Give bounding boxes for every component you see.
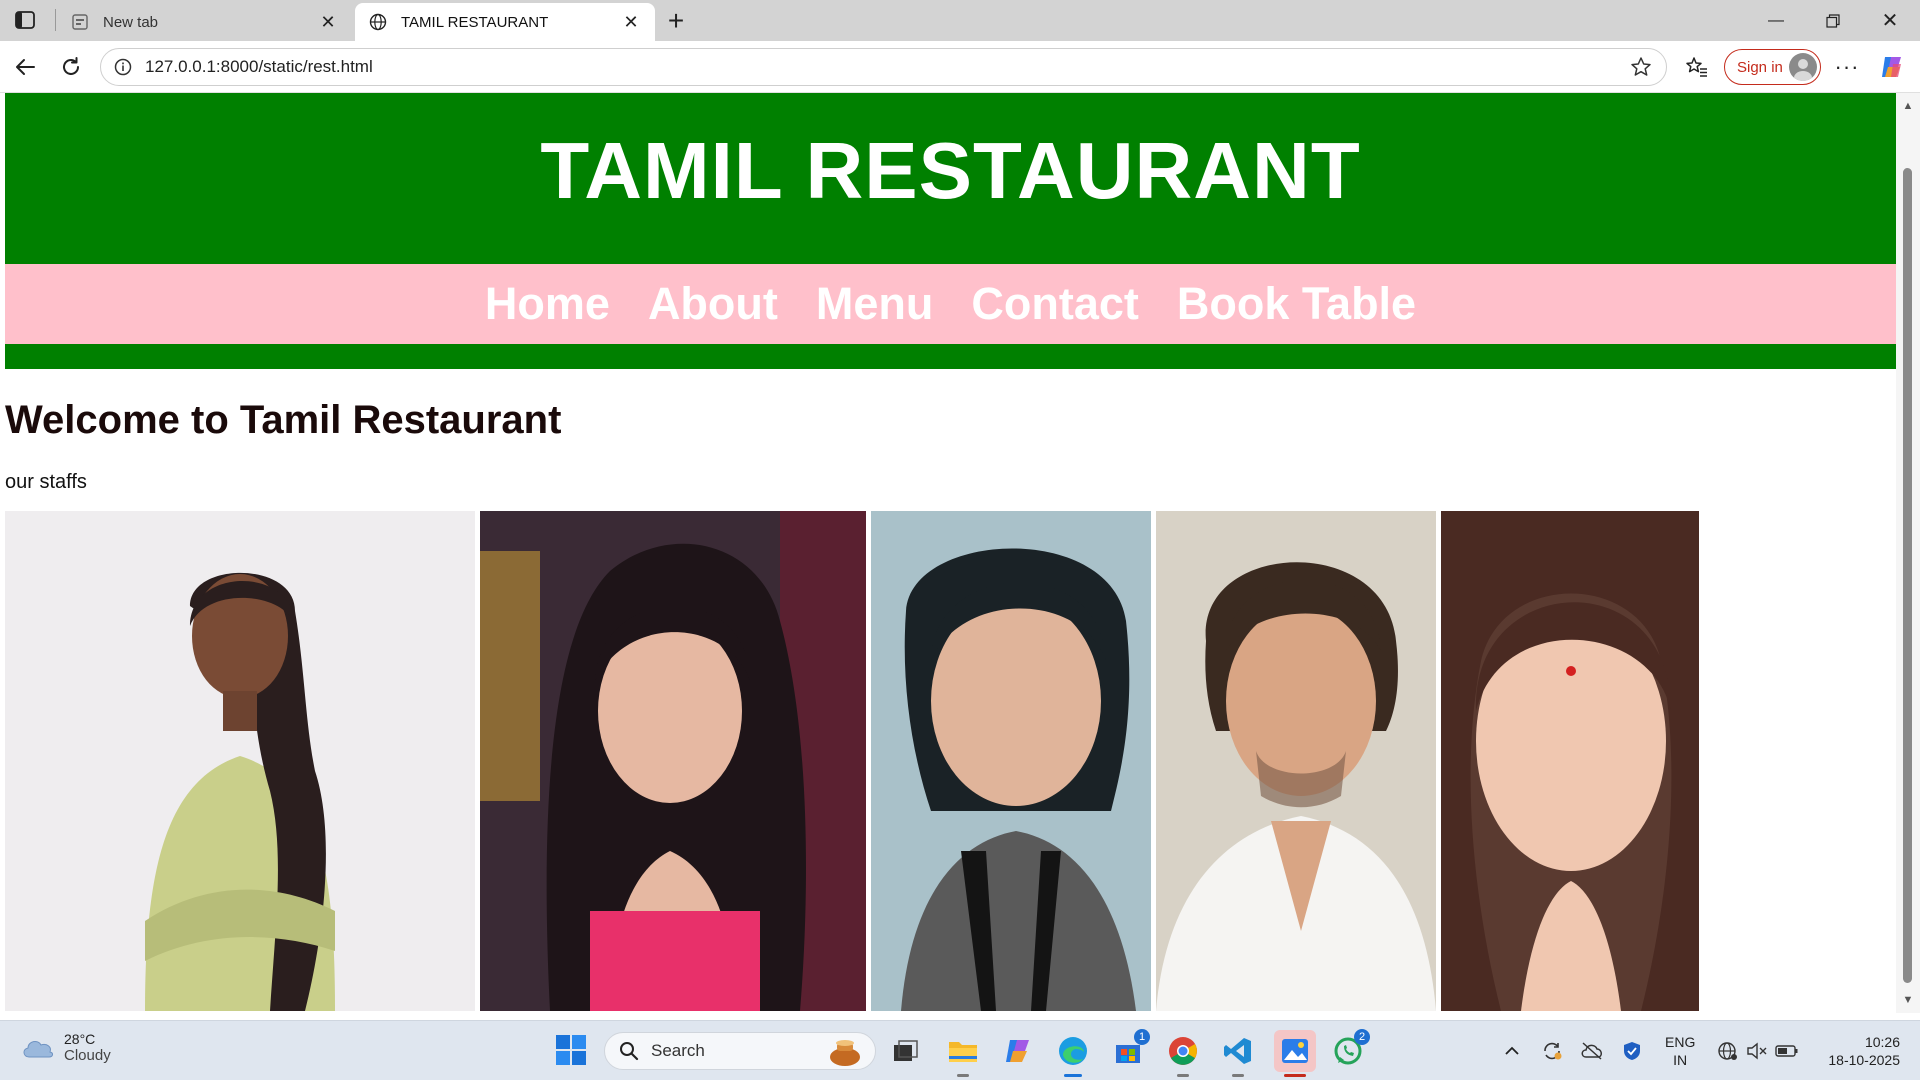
nav-link-menu[interactable]: Menu: [816, 278, 934, 330]
region-code: IN: [1673, 1052, 1688, 1068]
taskbar-search[interactable]: Search: [604, 1032, 876, 1070]
microsoft-store-icon[interactable]: 1: [1110, 1029, 1150, 1069]
sync-icon[interactable]: [1540, 1039, 1564, 1063]
welcome-heading: Welcome to Tamil Restaurant: [5, 398, 562, 442]
new-tab-button[interactable]: +: [662, 7, 690, 35]
nav-bottom-bar: [5, 344, 1896, 369]
page-viewport: TAMIL RESTAURANT Home About Menu Contact…: [5, 93, 1896, 1013]
sign-in-label: Sign in: [1737, 58, 1783, 76]
site-title: TAMIL RESTAURANT: [540, 126, 1361, 215]
scroll-down-arrow-icon[interactable]: ▼: [1901, 993, 1915, 1007]
tab-title: TAMIL RESTAURANT: [401, 13, 549, 31]
running-indicator: [957, 1074, 969, 1077]
language-code: ENG: [1665, 1034, 1696, 1050]
copilot-icon[interactable]: [1878, 53, 1906, 81]
clock-date: 18-10-2025: [1828, 1052, 1900, 1068]
site-info-icon[interactable]: [113, 57, 133, 77]
active-indicator: [1284, 1074, 1306, 1077]
staff-photo-3: [871, 511, 1151, 1011]
edge-browser-icon[interactable]: [1055, 1033, 1091, 1077]
browser-tab-bar: New tab ✕ TAMIL RESTAURANT ✕ + — ✕: [0, 0, 1920, 41]
search-highlight-pot-icon: [830, 1040, 860, 1066]
tab-title: New tab: [103, 13, 159, 31]
search-icon: [620, 1042, 639, 1061]
whatsapp-badge: 2: [1354, 1029, 1370, 1045]
close-tab-icon[interactable]: ✕: [621, 12, 641, 32]
weather-condition: Cloudy: [64, 1047, 111, 1064]
back-arrow-icon[interactable]: [11, 53, 39, 81]
more-options-icon[interactable]: ···: [1833, 53, 1861, 81]
photos-app-icon[interactable]: [1274, 1030, 1316, 1077]
network-globe-icon[interactable]: [1716, 1039, 1740, 1063]
close-window-icon[interactable]: ✕: [1862, 0, 1918, 41]
cloud-icon: [23, 1040, 53, 1057]
file-explorer-icon[interactable]: [945, 1033, 981, 1077]
cloud-offline-icon[interactable]: [1580, 1039, 1604, 1063]
page-scrollbar[interactable]: ▲ ▼: [1896, 93, 1920, 1013]
nav-link-home[interactable]: Home: [485, 278, 610, 330]
tab-tamil-restaurant[interactable]: TAMIL RESTAURANT ✕: [355, 3, 655, 41]
windows-taskbar: 28°C Cloudy Search 1 2 ENG IN 10:26 18-1…: [0, 1020, 1920, 1080]
security-shield-icon[interactable]: [1620, 1039, 1644, 1063]
battery-icon[interactable]: [1775, 1039, 1799, 1063]
active-indicator: [1064, 1074, 1082, 1077]
running-indicator: [1177, 1074, 1189, 1077]
staff-photo-4: [1156, 511, 1436, 1011]
globe-icon: [369, 13, 387, 31]
whatsapp-icon[interactable]: 2: [1330, 1029, 1370, 1069]
show-hidden-icons-chevron-icon[interactable]: [1500, 1039, 1524, 1063]
staff-photo-1: [5, 511, 475, 1011]
profile-avatar-icon: [1789, 53, 1817, 81]
clock-time: 10:26: [1864, 1034, 1900, 1050]
weather-temp: 28°C: [64, 1031, 96, 1047]
nav-link-contact[interactable]: Contact: [971, 278, 1139, 330]
tab-new-tab[interactable]: New tab ✕: [57, 3, 352, 41]
copilot-app-icon[interactable]: [1000, 1033, 1036, 1069]
tab-separator: [55, 9, 56, 31]
staff-photo-2: [480, 511, 866, 1011]
url-text: 127.0.0.1:8000/static/rest.html: [145, 57, 373, 76]
running-indicator: [1232, 1074, 1244, 1077]
minimize-icon[interactable]: —: [1748, 0, 1804, 41]
favorite-star-icon[interactable]: [1628, 54, 1654, 80]
store-badge: 1: [1134, 1029, 1150, 1045]
staff-label: our staffs: [5, 471, 87, 493]
volume-muted-icon[interactable]: [1745, 1039, 1769, 1063]
browser-toolbar: 127.0.0.1:8000/static/rest.html Sign in …: [0, 41, 1920, 93]
sign-in-button[interactable]: Sign in: [1724, 49, 1821, 85]
refresh-icon[interactable]: [57, 53, 85, 81]
scroll-up-arrow-icon[interactable]: ▲: [1901, 99, 1915, 113]
favorites-icon[interactable]: [1683, 53, 1711, 81]
chrome-icon[interactable]: [1165, 1033, 1201, 1077]
search-placeholder: Search: [651, 1041, 705, 1060]
nav-link-about[interactable]: About: [648, 278, 778, 330]
site-nav: Home About Menu Contact Book Table: [5, 264, 1896, 344]
system-clock[interactable]: 10:26 18-10-2025: [1815, 1033, 1900, 1069]
new-tab-page-icon: [71, 13, 89, 31]
staff-photo-5: [1441, 511, 1699, 1011]
vscode-icon[interactable]: [1220, 1033, 1256, 1077]
close-tab-icon[interactable]: ✕: [318, 12, 338, 32]
tab-actions-icon[interactable]: [12, 9, 38, 31]
input-language[interactable]: ENG IN: [1665, 1033, 1695, 1069]
weather-widget[interactable]: 28°C Cloudy: [20, 1031, 111, 1064]
scrollbar-thumb[interactable]: [1903, 168, 1912, 983]
restore-icon[interactable]: [1805, 0, 1861, 41]
site-header: TAMIL RESTAURANT: [5, 93, 1896, 264]
windows-start-icon[interactable]: [555, 1034, 589, 1068]
task-view-icon[interactable]: [888, 1033, 924, 1069]
address-bar[interactable]: 127.0.0.1:8000/static/rest.html: [100, 48, 1667, 86]
nav-link-book-table[interactable]: Book Table: [1177, 278, 1416, 330]
